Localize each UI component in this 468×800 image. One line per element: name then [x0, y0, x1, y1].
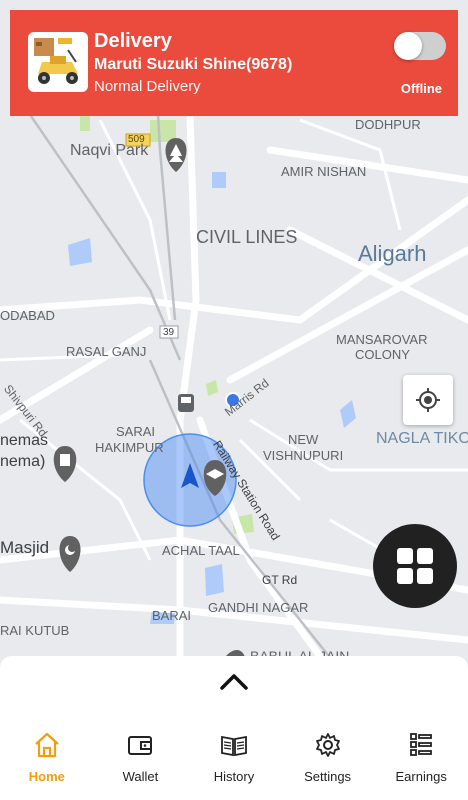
nav-label-history: History — [213, 769, 255, 784]
map-label-vishnupuri: VISHNUPURI — [263, 448, 344, 463]
map-label-civil-lines: CIVIL LINES — [196, 227, 298, 247]
route-label-39: 39 — [163, 327, 175, 338]
chevron-up-icon[interactable] — [219, 670, 249, 692]
nav-item-wallet[interactable]: Wallet — [95, 730, 185, 790]
crosshair-icon — [416, 388, 440, 412]
map-label-gandhi-nagar: GANDHI NAGAR — [208, 600, 309, 615]
delivery-scooter-icon — [28, 32, 88, 92]
park-area — [80, 115, 90, 131]
map-label-achal-taal: ACHAL TAAL — [162, 543, 240, 558]
header-title: Delivery — [94, 30, 172, 52]
train-icon — [178, 394, 194, 412]
water-body — [212, 172, 226, 188]
map-label-barai: BARAI — [152, 608, 192, 623]
map-label-aligarh: Aligarh — [358, 241, 427, 266]
tree-icon — [165, 138, 187, 172]
vehicle-name: Maruti Suzuki Shine(9678) — [94, 56, 293, 73]
route-label-509: 509 — [128, 134, 145, 145]
list-icon — [406, 730, 436, 760]
bottom-navigation: Home Wallet History Settings Earnings — [0, 730, 468, 790]
nav-label-earnings: Earnings — [395, 769, 447, 784]
delivery-type: Normal Delivery — [94, 78, 201, 95]
park-area — [206, 380, 218, 396]
nav-item-history[interactable]: History — [189, 730, 279, 790]
water-body — [340, 400, 356, 428]
water-body — [205, 564, 224, 596]
wallet-icon — [125, 730, 155, 760]
map-label-colony: COLONY — [355, 347, 410, 362]
map-label-cinema: nema) — [0, 453, 46, 470]
nav-item-home[interactable]: Home — [2, 730, 92, 790]
book-icon — [219, 730, 249, 760]
nav-label-settings: Settings — [304, 769, 352, 784]
online-toggle[interactable] — [394, 32, 446, 60]
nav-label-home: Home — [28, 769, 65, 784]
film-icon — [53, 446, 77, 482]
map-label-sarai: SARAI — [116, 424, 156, 439]
home-icon — [32, 730, 62, 760]
map-label-hakimpur: HAKIMPUR — [95, 440, 164, 455]
map-label-dodhpur: DODHPUR — [355, 117, 421, 132]
map-label-gt-rd: GT Rd — [262, 573, 298, 587]
nav-item-earnings[interactable]: Earnings — [376, 730, 466, 790]
menu-grid-button[interactable] — [373, 524, 457, 608]
map-label-rasal-ganj: RASAL GANJ — [66, 344, 147, 359]
map-label-odabad: ODABAD — [0, 308, 55, 323]
map-label-rai-kutub: RAI KUTUB — [0, 623, 70, 638]
status-label: Offline — [400, 81, 442, 96]
crescent-icon — [59, 536, 81, 572]
gear-icon — [313, 730, 343, 760]
map-label-amir-nishan: AMIR NISHAN — [281, 164, 367, 179]
map-label-masjid: Masjid — [0, 538, 50, 557]
map-label-nagla-tik: NAGLA TIKO — [376, 430, 468, 447]
toggle-knob — [394, 32, 422, 60]
nav-label-wallet: Wallet — [122, 769, 159, 784]
delivery-status-card: Delivery Maruti Suzuki Shine(9678) Norma… — [10, 10, 458, 116]
map-label-cinemas: nemas — [0, 432, 49, 449]
locate-me-button[interactable] — [403, 375, 453, 425]
grid-icon — [397, 548, 433, 584]
nav-item-settings[interactable]: Settings — [283, 730, 373, 790]
map-label-mansarovar: MANSAROVAR — [336, 332, 428, 347]
map-label-new: NEW — [288, 432, 319, 447]
water-body — [68, 238, 92, 266]
